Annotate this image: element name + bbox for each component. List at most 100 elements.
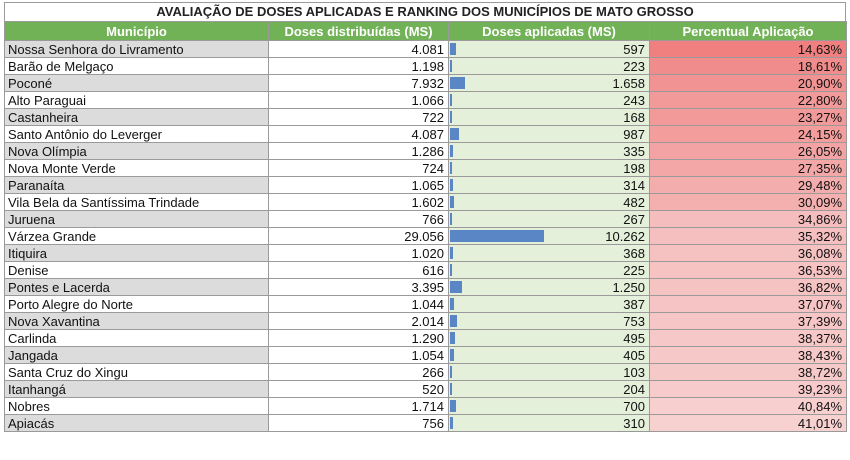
table-row[interactable]: Carlinda 1.290 495 38,37% [4, 329, 847, 347]
table-row[interactable]: Barão de Melgaço 1.198 223 18,61% [4, 57, 847, 75]
cell-doses-distribuidas[interactable]: 266 [268, 363, 449, 381]
table-row[interactable]: Nova Xavantina 2.014 753 37,39% [4, 312, 847, 330]
cell-percentual-aplicacao[interactable]: 22,80% [649, 91, 847, 109]
cell-doses-distribuidas[interactable]: 29.056 [268, 227, 449, 245]
cell-doses-aplicadas[interactable]: 310 [448, 414, 650, 432]
cell-percentual-aplicacao[interactable]: 38,37% [649, 329, 847, 347]
table-row[interactable]: Juruena 766 267 34,86% [4, 210, 847, 228]
cell-municipio[interactable]: Alto Paraguai [4, 91, 269, 109]
cell-municipio[interactable]: Porto Alegre do Norte [4, 295, 269, 313]
cell-municipio[interactable]: Denise [4, 261, 269, 279]
cell-municipio[interactable]: Várzea Grande [4, 227, 269, 245]
cell-doses-distribuidas[interactable]: 7.932 [268, 74, 449, 92]
cell-doses-aplicadas[interactable]: 198 [448, 159, 650, 177]
cell-percentual-aplicacao[interactable]: 40,84% [649, 397, 847, 415]
cell-doses-distribuidas[interactable]: 520 [268, 380, 449, 398]
cell-doses-aplicadas[interactable]: 267 [448, 210, 650, 228]
cell-municipio[interactable]: Paranaíta [4, 176, 269, 194]
cell-doses-aplicadas[interactable]: 168 [448, 108, 650, 126]
cell-doses-aplicadas[interactable]: 495 [448, 329, 650, 347]
cell-municipio[interactable]: Juruena [4, 210, 269, 228]
cell-doses-aplicadas[interactable]: 753 [448, 312, 650, 330]
cell-municipio[interactable]: Vila Bela da Santíssima Trindade [4, 193, 269, 211]
table-row[interactable]: Poconé 7.932 1.658 20,90% [4, 74, 847, 92]
cell-doses-distribuidas[interactable]: 756 [268, 414, 449, 432]
cell-doses-distribuidas[interactable]: 722 [268, 108, 449, 126]
cell-municipio[interactable]: Itanhangá [4, 380, 269, 398]
cell-municipio[interactable]: Nobres [4, 397, 269, 415]
table-row[interactable]: Denise 616 225 36,53% [4, 261, 847, 279]
cell-percentual-aplicacao[interactable]: 26,05% [649, 142, 847, 160]
cell-doses-aplicadas[interactable]: 103 [448, 363, 650, 381]
cell-municipio[interactable]: Santo Antônio do Leverger [4, 125, 269, 143]
table-row[interactable]: Alto Paraguai 1.066 243 22,80% [4, 91, 847, 109]
cell-percentual-aplicacao[interactable]: 38,72% [649, 363, 847, 381]
cell-doses-aplicadas[interactable]: 597 [448, 40, 650, 58]
cell-doses-distribuidas[interactable]: 1.290 [268, 329, 449, 347]
cell-percentual-aplicacao[interactable]: 24,15% [649, 125, 847, 143]
cell-doses-aplicadas[interactable]: 987 [448, 125, 650, 143]
header-doses-distribuidas[interactable]: Doses distribuídas (MS) [268, 21, 449, 41]
table-row[interactable]: Paranaíta 1.065 314 29,48% [4, 176, 847, 194]
cell-municipio[interactable]: Nova Monte Verde [4, 159, 269, 177]
cell-percentual-aplicacao[interactable]: 37,07% [649, 295, 847, 313]
cell-municipio[interactable]: Nova Olímpia [4, 142, 269, 160]
cell-doses-distribuidas[interactable]: 1.286 [268, 142, 449, 160]
table-row[interactable]: Santa Cruz do Xingu 266 103 38,72% [4, 363, 847, 381]
table-row[interactable]: Itiquira 1.020 368 36,08% [4, 244, 847, 262]
cell-percentual-aplicacao[interactable]: 14,63% [649, 40, 847, 58]
cell-doses-distribuidas[interactable]: 1.198 [268, 57, 449, 75]
cell-doses-aplicadas[interactable]: 387 [448, 295, 650, 313]
table-row[interactable]: Nobres 1.714 700 40,84% [4, 397, 847, 415]
cell-doses-aplicadas[interactable]: 700 [448, 397, 650, 415]
cell-doses-distribuidas[interactable]: 766 [268, 210, 449, 228]
table-row[interactable]: Apiacás 756 310 41,01% [4, 414, 847, 432]
cell-municipio[interactable]: Santa Cruz do Xingu [4, 363, 269, 381]
cell-municipio[interactable]: Barão de Melgaço [4, 57, 269, 75]
cell-percentual-aplicacao[interactable]: 34,86% [649, 210, 847, 228]
cell-doses-distribuidas[interactable]: 2.014 [268, 312, 449, 330]
cell-doses-distribuidas[interactable]: 724 [268, 159, 449, 177]
cell-percentual-aplicacao[interactable]: 35,32% [649, 227, 847, 245]
cell-percentual-aplicacao[interactable]: 38,43% [649, 346, 847, 364]
cell-doses-distribuidas[interactable]: 1.602 [268, 193, 449, 211]
cell-doses-aplicadas[interactable]: 405 [448, 346, 650, 364]
table-row[interactable]: Pontes e Lacerda 3.395 1.250 36,82% [4, 278, 847, 296]
cell-doses-distribuidas[interactable]: 1.020 [268, 244, 449, 262]
header-doses-aplicadas[interactable]: Doses aplicadas (MS) [448, 21, 650, 41]
table-row[interactable]: Vila Bela da Santíssima Trindade 1.602 482… [4, 193, 847, 211]
table-row[interactable]: Castanheira 722 168 23,27% [4, 108, 847, 126]
cell-doses-distribuidas[interactable]: 1.044 [268, 295, 449, 313]
cell-doses-aplicadas[interactable]: 243 [448, 91, 650, 109]
table-row[interactable]: Jangada 1.054 405 38,43% [4, 346, 847, 364]
cell-percentual-aplicacao[interactable]: 37,39% [649, 312, 847, 330]
cell-percentual-aplicacao[interactable]: 30,09% [649, 193, 847, 211]
cell-percentual-aplicacao[interactable]: 20,90% [649, 74, 847, 92]
table-row[interactable]: Santo Antônio do Leverger 4.087 987 24,15% [4, 125, 847, 143]
header-percentual-aplicacao[interactable]: Percentual Aplicação [649, 21, 847, 41]
table-row[interactable]: Porto Alegre do Norte 1.044 387 37,07% [4, 295, 847, 313]
cell-percentual-aplicacao[interactable]: 36,82% [649, 278, 847, 296]
cell-percentual-aplicacao[interactable]: 41,01% [649, 414, 847, 432]
cell-municipio[interactable]: Nossa Senhora do Livramento [4, 40, 269, 58]
cell-doses-distribuidas[interactable]: 1.065 [268, 176, 449, 194]
cell-doses-aplicadas[interactable]: 225 [448, 261, 650, 279]
cell-municipio[interactable]: Poconé [4, 74, 269, 92]
cell-percentual-aplicacao[interactable]: 23,27% [649, 108, 847, 126]
cell-percentual-aplicacao[interactable]: 36,08% [649, 244, 847, 262]
cell-doses-distribuidas[interactable]: 1.066 [268, 91, 449, 109]
cell-doses-distribuidas[interactable]: 1.714 [268, 397, 449, 415]
cell-municipio[interactable]: Itiquira [4, 244, 269, 262]
cell-doses-aplicadas[interactable]: 335 [448, 142, 650, 160]
cell-municipio[interactable]: Jangada [4, 346, 269, 364]
cell-doses-distribuidas[interactable]: 4.087 [268, 125, 449, 143]
cell-doses-aplicadas[interactable]: 314 [448, 176, 650, 194]
cell-municipio[interactable]: Carlinda [4, 329, 269, 347]
cell-municipio[interactable]: Nova Xavantina [4, 312, 269, 330]
cell-percentual-aplicacao[interactable]: 39,23% [649, 380, 847, 398]
table-row[interactable]: Nossa Senhora do Livramento 4.081 597 14,63… [4, 40, 847, 58]
header-municipio[interactable]: Município [4, 21, 269, 41]
cell-municipio[interactable]: Pontes e Lacerda [4, 278, 269, 296]
cell-doses-aplicadas[interactable]: 223 [448, 57, 650, 75]
cell-municipio[interactable]: Castanheira [4, 108, 269, 126]
